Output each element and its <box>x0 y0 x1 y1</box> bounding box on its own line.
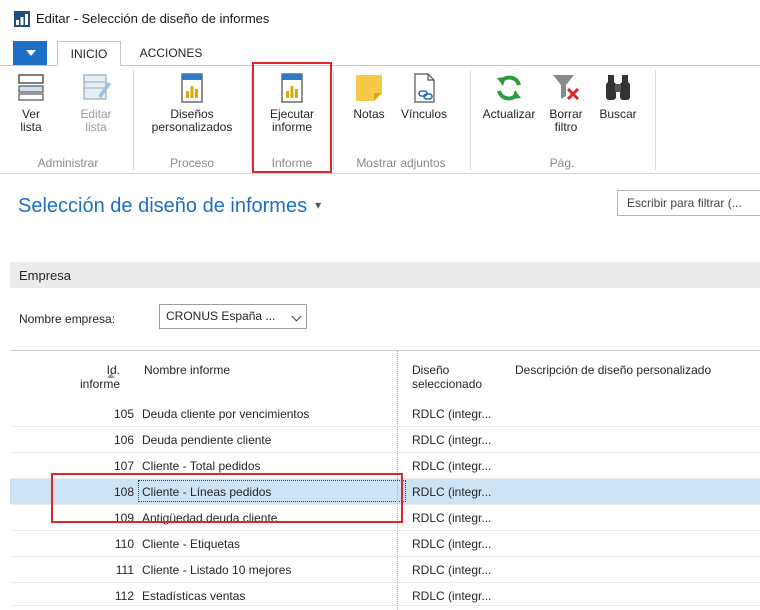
cell-layout: RDLC (integr... <box>412 511 492 525</box>
links-button[interactable]: Vínculos <box>395 72 453 121</box>
cell-layout: RDLC (integr... <box>412 407 492 421</box>
fasttab-label: Empresa <box>19 268 72 283</box>
cell-id: 110 <box>114 537 134 551</box>
search-label: Buscar <box>599 107 637 121</box>
group-separator <box>655 70 656 170</box>
ribbon-tabs: INICIO ACCIONES <box>0 41 760 66</box>
cell-layout: RDLC (integr... <box>412 589 492 603</box>
cell-name: Cliente - Etiquetas <box>142 537 241 551</box>
table-row[interactable]: 112 Estadísticas ventas RDLC (integr... <box>10 583 760 606</box>
cell-layout: RDLC (integr... <box>412 537 492 551</box>
title-bar: Editar - Selección de diseño de informes <box>0 0 760 38</box>
fasttab-empresa[interactable]: Empresa <box>10 262 760 288</box>
cell-name: Cliente - Total pedidos <box>142 459 261 473</box>
company-select[interactable]: CRONUS España ... <box>159 304 307 329</box>
custom-layouts-label-2: personalizados <box>151 120 233 134</box>
group-label-administrar: Administrar <box>37 156 99 170</box>
group-separator <box>133 70 134 170</box>
page-title[interactable]: Selección de diseño de informes ▾ <box>18 195 321 218</box>
header-layout-line2: seleccionado <box>412 377 483 391</box>
group-label-proceso: Proceso <box>169 156 215 170</box>
page-title-text: Selección de diseño de informes <box>18 195 308 217</box>
app-icon <box>14 11 30 27</box>
tab-acciones[interactable]: ACCIONES <box>134 41 208 65</box>
company-label: Nombre empresa: <box>19 312 116 326</box>
sort-ascending-icon <box>107 373 115 378</box>
refresh-button[interactable]: Actualizar <box>477 72 541 121</box>
group-separator <box>470 70 471 170</box>
cell-id: 112 <box>114 589 134 603</box>
cell-layout: RDLC (integr... <box>412 459 492 473</box>
group-label-pag: Pág. <box>549 156 575 170</box>
tab-inicio[interactable]: INICIO <box>57 41 121 66</box>
cell-name: Deuda pendiente cliente <box>142 433 272 447</box>
cell-name: Deuda cliente por vencimientos <box>142 407 310 421</box>
search-button[interactable]: Buscar <box>593 72 643 121</box>
refresh-icon <box>497 75 521 101</box>
chevron-down-icon: ▾ <box>315 198 322 212</box>
highlight-selected-row <box>51 473 403 523</box>
refresh-label: Actualizar <box>482 107 536 121</box>
cell-layout: RDLC (integr... <box>412 563 492 577</box>
chevron-down-icon <box>291 311 302 322</box>
clear-filter-label-2: filtro <box>554 120 578 134</box>
header-id-line2: informe <box>79 377 120 391</box>
app-menu-button[interactable] <box>13 41 47 65</box>
header-custom-description[interactable]: Descripción de diseño personalizado <box>515 363 711 377</box>
note-icon <box>356 75 382 101</box>
cell-layout: RDLC (integr... <box>412 485 492 499</box>
header-selected-layout[interactable]: Diseño seleccionado <box>412 363 482 391</box>
links-label: Vínculos <box>400 107 448 121</box>
notes-label: Notas <box>353 107 385 121</box>
header-id[interactable]: Id. informe <box>10 363 120 391</box>
cell-layout: RDLC (integr... <box>412 433 492 447</box>
edit-list-button[interactable]: Editar lista <box>74 72 118 134</box>
window-title: Editar - Selección de diseño de informes <box>36 11 270 26</box>
cell-id: 107 <box>113 459 134 473</box>
edit-list-label-2: lista <box>85 120 107 134</box>
filter-input[interactable]: Escribir para filtrar (... <box>617 190 760 216</box>
cell-id: 106 <box>113 433 134 447</box>
cell-name: Cliente - Listado 10 mejores <box>142 563 292 577</box>
binoculars-icon <box>606 75 630 100</box>
clear-filter-icon <box>553 75 580 101</box>
group-separator <box>333 70 334 170</box>
table-row[interactable]: 105 Deuda cliente por vencimientos RDLC … <box>10 401 760 427</box>
table-row[interactable]: 106 Deuda pendiente cliente RDLC (integr… <box>10 427 760 453</box>
clear-filter-button[interactable]: Borrar filtro <box>544 72 588 134</box>
ribbon: Ver lista Editar lista Administrar Diseñ… <box>0 66 760 174</box>
cell-id: 111 <box>115 563 134 577</box>
list-view-icon <box>18 74 44 101</box>
edit-list-icon <box>83 74 111 100</box>
custom-layouts-button[interactable]: Diseños personalizados <box>140 72 244 134</box>
group-label-mostrar-adjuntos: Mostrar adjuntos <box>356 156 446 170</box>
link-icon <box>414 73 435 103</box>
table-row[interactable]: 110 Cliente - Etiquetas RDLC (integr... <box>10 531 760 557</box>
view-list-button[interactable]: Ver lista <box>12 72 50 134</box>
company-select-value: CRONUS España ... <box>166 309 276 323</box>
cell-name: Estadísticas ventas <box>142 589 246 603</box>
report-icon <box>181 73 203 103</box>
header-layout-line1: Diseño <box>412 363 450 377</box>
notes-button[interactable]: Notas <box>348 72 390 121</box>
header-report-name[interactable]: Nombre informe <box>144 363 230 377</box>
grid-header: Id. informe Nombre informe Diseño selecc… <box>10 350 760 401</box>
highlight-run-report <box>252 62 332 173</box>
view-list-label-2: lista <box>20 120 42 134</box>
table-row[interactable]: 111 Cliente - Listado 10 mejores RDLC (i… <box>10 557 760 583</box>
cell-id: 105 <box>113 407 134 421</box>
